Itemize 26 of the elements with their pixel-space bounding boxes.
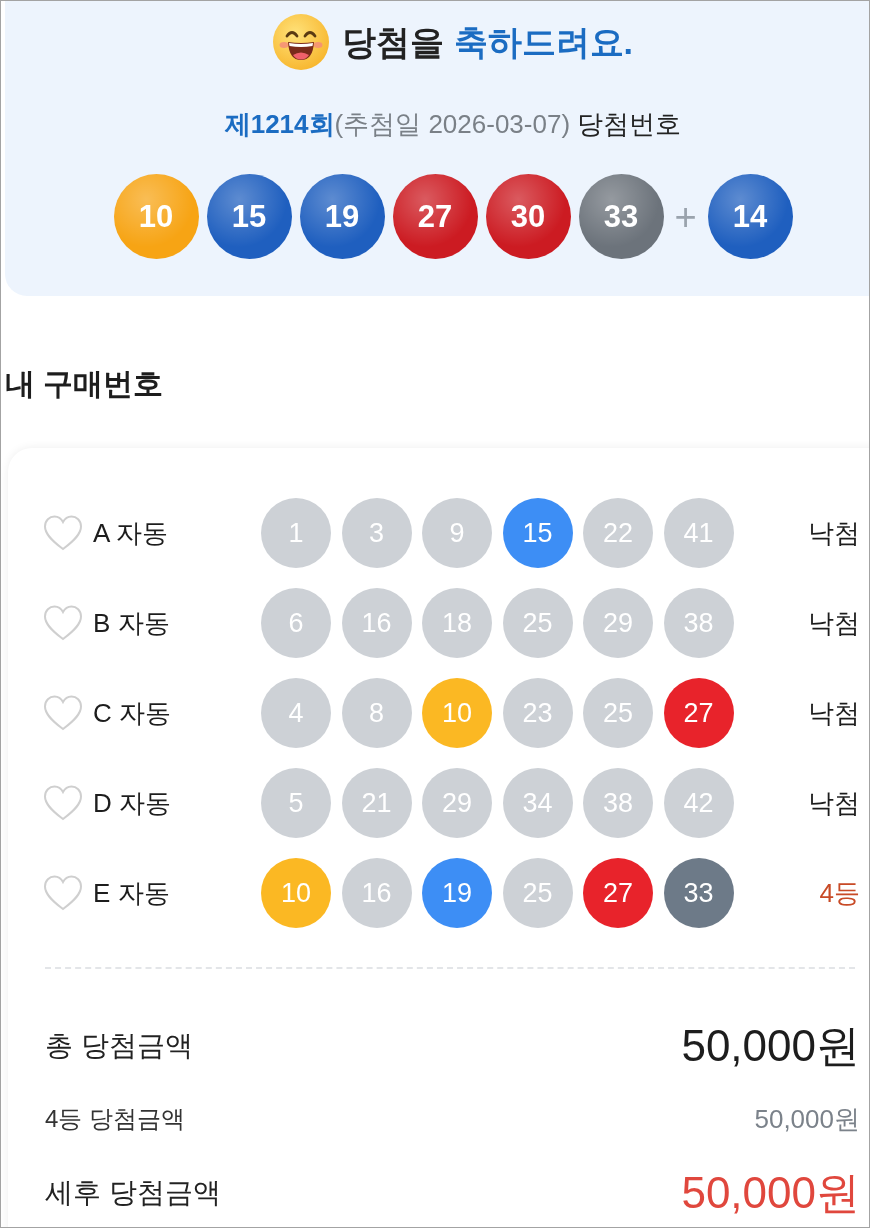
amount-value: 50,000원 [681,1170,860,1215]
plus-sign: + [673,197,698,236]
amount-label: 4등 당첨금액 [45,1103,185,1134]
ticket-label: B 자동 [93,606,171,640]
heart-icon[interactable] [43,695,83,731]
amount-label: 세후 당첨금액 [45,1175,221,1210]
result-text: 낙첨 [808,696,860,730]
amount-value: 50,000원 [754,1105,860,1132]
ticket-label: E 자동 [93,876,171,910]
amount-value: 50,000원 [681,1023,860,1068]
amount-label: 총 당첨금액 [45,1028,193,1063]
section-title: 내 구매번호 [5,366,165,402]
result-text: 낙첨 [808,606,860,640]
result-text: 낙첨 [808,786,860,820]
result-text: 4등 [819,876,860,910]
heart-icon[interactable] [43,605,83,641]
ticket-label: C 자동 [93,696,172,730]
heart-icon[interactable] [43,875,83,911]
ticket-label: D 자동 [93,786,172,820]
laughing-face-icon [273,14,330,70]
heart-icon[interactable] [43,785,83,821]
ticket-label: A 자동 [93,516,170,550]
result-text: 낙첨 [808,516,860,550]
heart-icon[interactable] [43,515,83,551]
draw-info-text: 제1214회(추첨일 2026-03-07) 당첨번호 [224,108,682,141]
congratulations-title: 당첨을 축하드려요. [342,25,633,59]
